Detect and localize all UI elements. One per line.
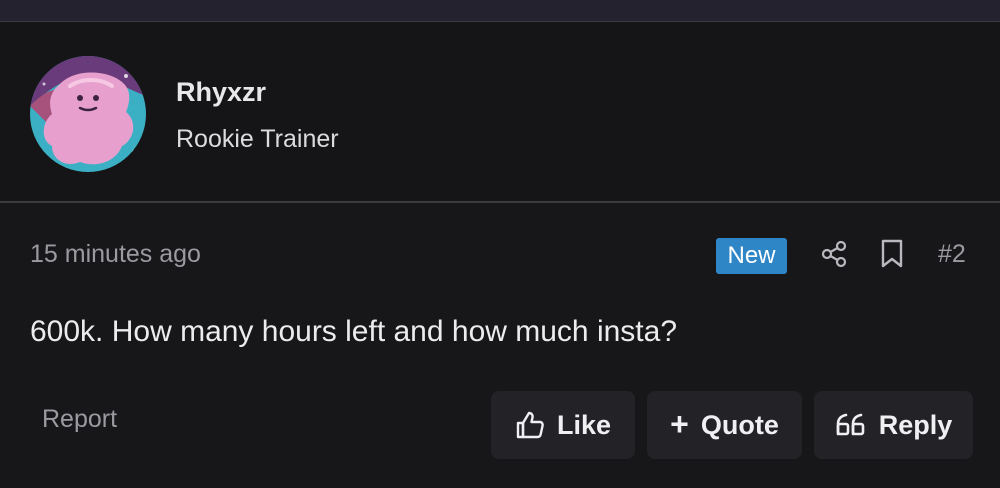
reply-label: Reply <box>878 409 953 440</box>
avatar[interactable] <box>30 56 146 172</box>
new-badge: New <box>716 238 787 274</box>
like-button[interactable]: Like <box>491 391 635 459</box>
quote-button[interactable]: + Quote <box>647 391 802 459</box>
post-message: 600k. How many hours left and how much i… <box>30 315 678 348</box>
reply-button[interactable]: Reply <box>814 391 973 459</box>
report-link[interactable]: Report <box>42 405 117 434</box>
quote-label: Quote <box>700 409 779 440</box>
share-icon[interactable] <box>819 239 849 269</box>
post-author-block: Rhyxzr Rookie Trainer <box>0 22 1000 203</box>
top-bar <box>0 0 1000 21</box>
like-label: Like <box>556 409 612 440</box>
post-number-link[interactable]: #2 <box>938 240 966 269</box>
thumbs-up-icon <box>515 410 545 440</box>
username[interactable]: Rhyxzr <box>176 77 266 108</box>
quote-marks-icon <box>835 412 867 438</box>
bookmark-icon[interactable] <box>877 239 907 269</box>
post-timestamp[interactable]: 15 minutes ago <box>30 240 201 269</box>
plus-icon: + <box>670 405 689 442</box>
ditto-avatar-icon <box>30 56 146 172</box>
forum-post: Rhyxzr Rookie Trainer 15 minutes ago New… <box>0 21 1000 488</box>
user-title: Rookie Trainer <box>176 125 339 153</box>
